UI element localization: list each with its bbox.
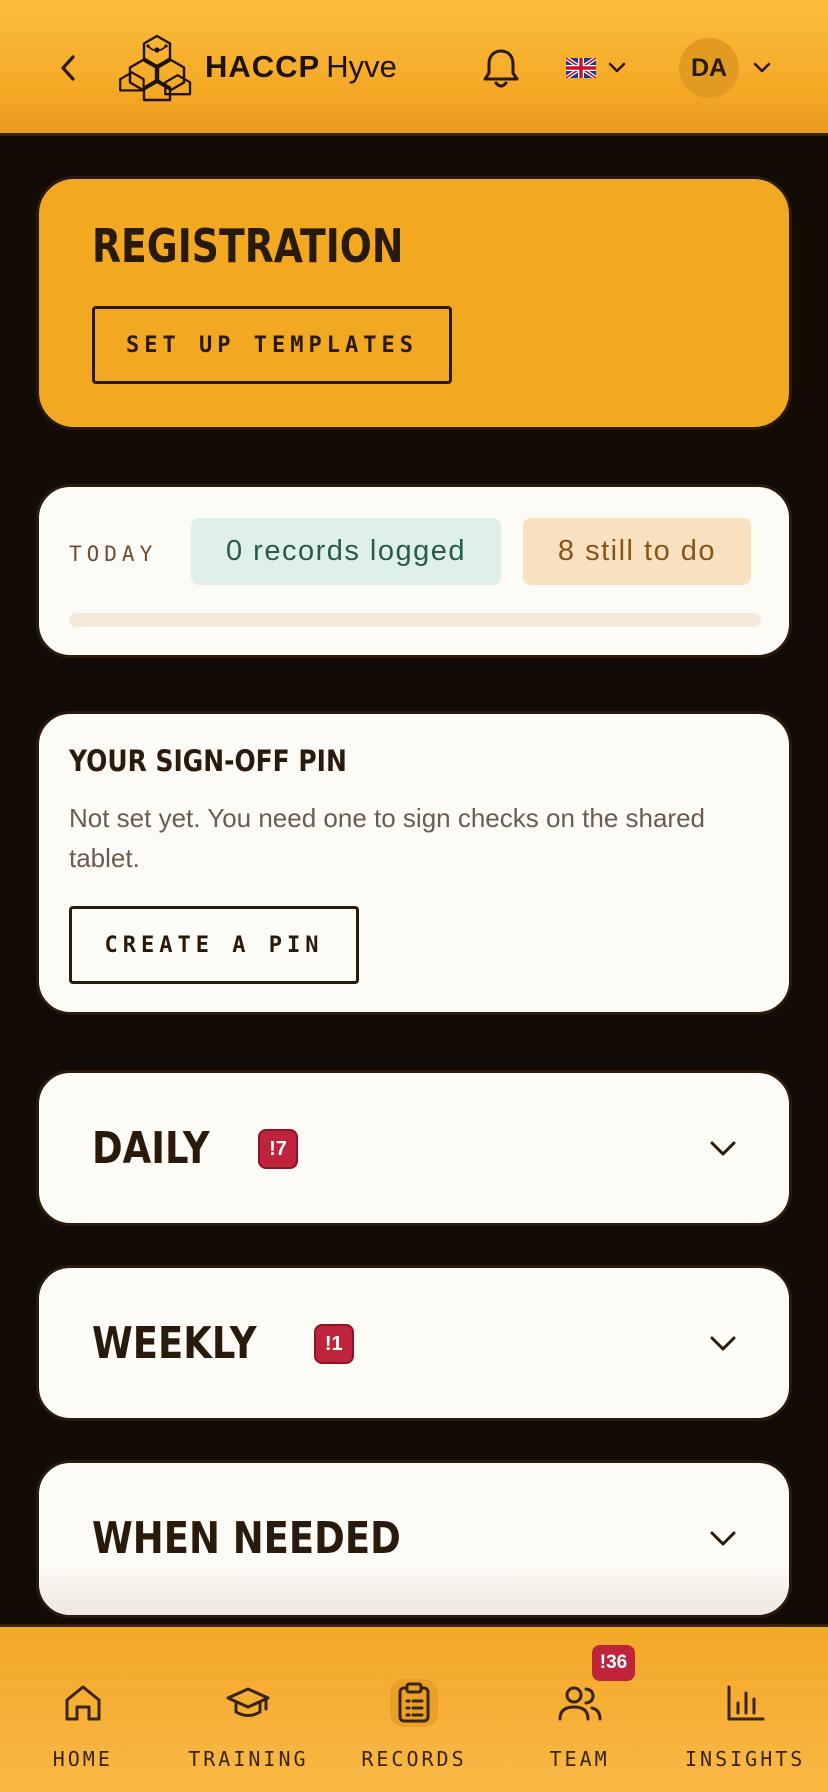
app-root: HACCP Hyve DA REGISTRATION SET UP TEMPLA… <box>0 0 828 1792</box>
uk-flag-icon <box>566 58 596 78</box>
pin-description: Not set yet. You need one to sign checks… <box>69 803 705 873</box>
top-header: HACCP Hyve DA <box>0 0 828 136</box>
registration-title: REGISTRATION <box>92 219 404 273</box>
expand-button[interactable] <box>705 1131 741 1167</box>
chevron-left-icon <box>61 55 75 81</box>
set-up-templates-button[interactable]: SET UP TEMPLATES <box>92 306 452 384</box>
section-daily[interactable]: DAILY !7 <box>36 1070 792 1226</box>
nav-home[interactable]: HOME <box>0 1627 166 1792</box>
bottom-nav: HOME TRAINING RECORDS TEAM !36 INSIGHTS <box>0 1624 828 1792</box>
nav-records[interactable]: RECORDS <box>331 1627 497 1792</box>
nav-label: RECORDS <box>361 1747 467 1771</box>
brand-main: HACCP <box>205 49 321 84</box>
today-summary-card: TODAY 0 records logged 8 still to do <box>36 484 792 658</box>
brand-sub: Hyve <box>326 49 397 84</box>
chevron-down-icon <box>608 62 626 73</box>
create-pin-button[interactable]: CREATE A PIN <box>69 906 359 984</box>
clipboard-icon <box>398 1682 430 1723</box>
nav-label: TEAM <box>549 1747 610 1771</box>
nav-team[interactable]: TEAM !36 <box>497 1627 663 1792</box>
pin-title: YOUR SIGN-OFF PIN <box>69 744 347 778</box>
expand-button[interactable] <box>705 1326 741 1362</box>
still-to-do-pill: 8 still to do <box>523 518 751 585</box>
today-label: TODAY <box>69 542 158 566</box>
nav-training[interactable]: TRAINING <box>166 1627 332 1792</box>
chevron-down-icon <box>710 1141 736 1156</box>
back-button[interactable] <box>52 50 84 86</box>
chevron-down-icon <box>710 1336 736 1351</box>
nav-insights[interactable]: INSIGHTS <box>662 1627 828 1792</box>
bar-chart-icon <box>727 1685 765 1721</box>
chevron-down-icon <box>753 62 771 73</box>
nav-label: INSIGHTS <box>685 1747 806 1771</box>
registration-card: REGISTRATION SET UP TEMPLATES <box>36 176 792 430</box>
language-selector[interactable] <box>566 50 626 86</box>
section-title: WHEN NEEDED <box>92 1513 401 1564</box>
account-menu[interactable]: DA <box>679 38 771 98</box>
section-title: DAILY <box>92 1123 210 1174</box>
team-alert-badge: !36 <box>591 1645 636 1681</box>
section-title: WEEKLY <box>92 1318 257 1369</box>
users-icon <box>558 1686 602 1721</box>
today-progress-bar <box>69 613 761 627</box>
section-fade <box>39 1565 789 1615</box>
alert-badge: !7 <box>258 1129 298 1169</box>
bell-icon <box>483 49 519 88</box>
alert-badge: !1 <box>313 1324 354 1364</box>
home-icon <box>65 1685 101 1721</box>
brand-name: HACCP Hyve <box>205 48 397 86</box>
nav-label: TRAINING <box>188 1747 309 1771</box>
section-weekly[interactable]: WEEKLY !1 <box>36 1265 792 1421</box>
records-logged-pill: 0 records logged <box>191 518 501 585</box>
avatar: DA <box>679 38 739 98</box>
section-when-needed[interactable]: WHEN NEEDED <box>36 1460 792 1618</box>
nav-label: HOME <box>52 1747 113 1771</box>
hive-logo-icon <box>119 34 192 102</box>
chevron-down-icon <box>710 1531 736 1546</box>
sign-off-pin-card: YOUR SIGN-OFF PIN Not set yet. You need … <box>36 711 792 1015</box>
expand-button[interactable] <box>705 1521 741 1557</box>
notifications-button[interactable] <box>480 46 522 92</box>
graduation-cap-icon <box>226 1687 270 1717</box>
